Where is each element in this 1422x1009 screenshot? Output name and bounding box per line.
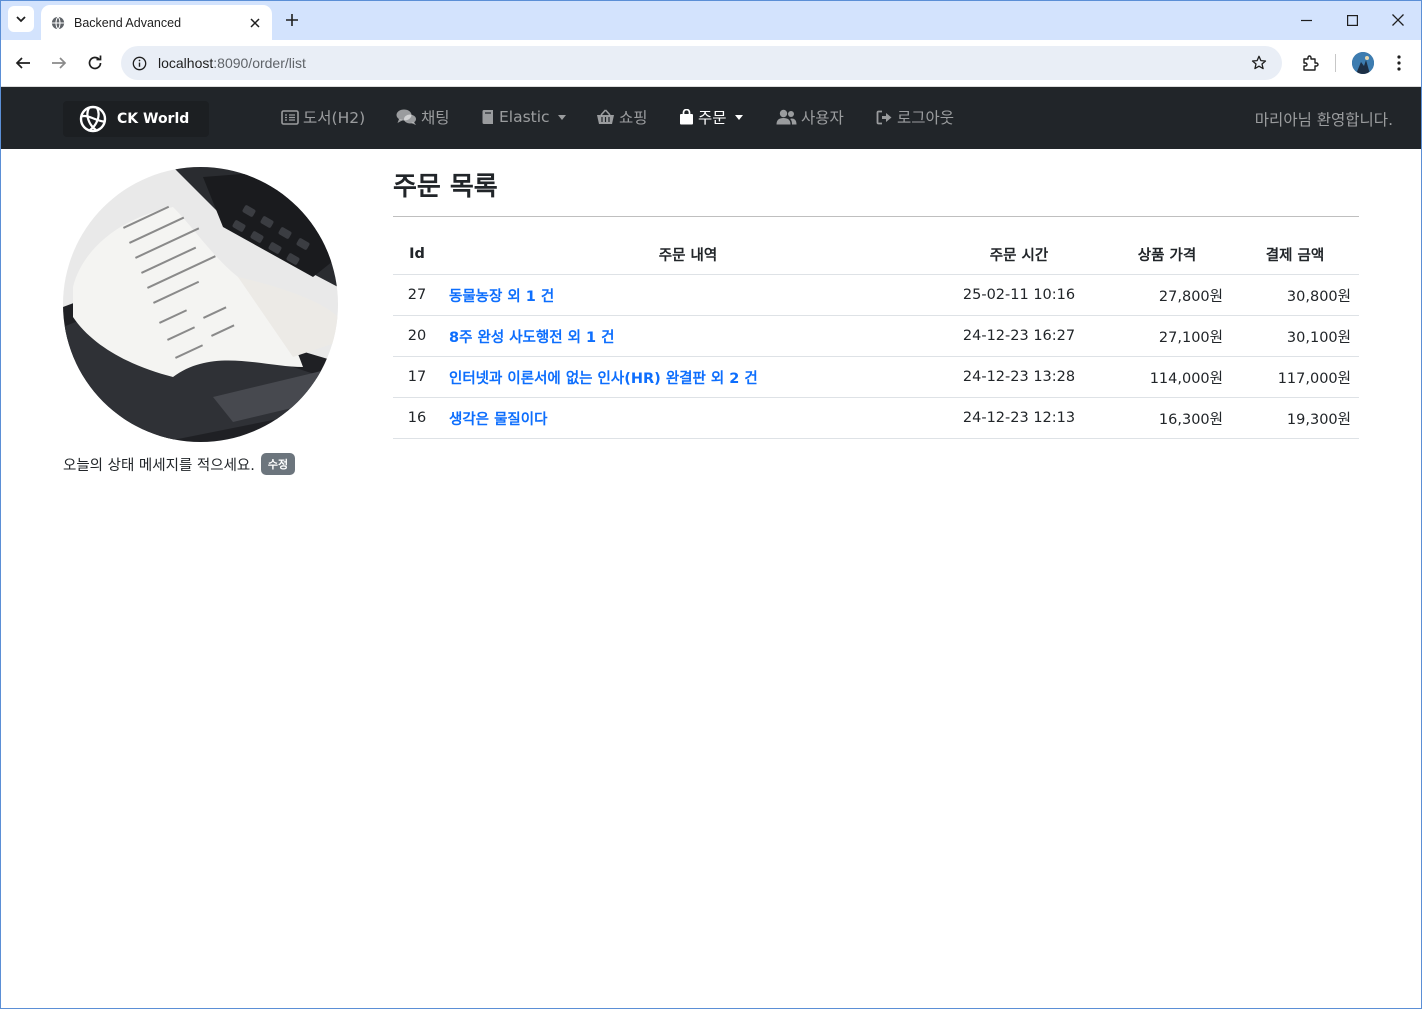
brand-link[interactable]: CK World xyxy=(63,101,209,137)
globe-logo-icon xyxy=(79,105,107,133)
nav-logout[interactable]: 로그아웃 xyxy=(876,106,954,128)
comments-icon xyxy=(396,109,416,125)
order-link[interactable]: 인터넷과 이론서에 없는 인사(HR) 완결판 외 2 건 xyxy=(449,371,758,387)
users-icon xyxy=(776,109,797,125)
nav-books[interactable]: 도서(H2) xyxy=(281,106,365,128)
browser-menu-icon[interactable] xyxy=(1386,50,1412,76)
nav-chat[interactable]: 채팅 xyxy=(396,106,450,128)
browser-tab[interactable]: Backend Advanced xyxy=(41,5,272,40)
table-row: 20 8주 완성 사도행전 외 1 건 24-12-23 16:27 27,10… xyxy=(393,315,1359,357)
order-description-cell: 동물농장 외 1 건 xyxy=(441,274,935,316)
order-total: 30,800원 xyxy=(1231,274,1359,316)
nav-orders-label: 주문 xyxy=(698,109,727,127)
order-id: 20 xyxy=(393,315,441,357)
col-header-time: 주문 시간 xyxy=(935,234,1103,275)
nav-shopping-label: 쇼핑 xyxy=(619,109,648,127)
brand-name: CK World xyxy=(117,111,190,127)
minimize-icon[interactable] xyxy=(1283,0,1329,40)
site-info-icon[interactable] xyxy=(131,55,147,71)
order-total: 30,100원 xyxy=(1231,315,1359,357)
col-header-total: 결제 금액 xyxy=(1231,234,1359,275)
order-link[interactable]: 8주 완성 사도행전 외 1 건 xyxy=(449,330,614,346)
book-icon xyxy=(482,110,493,124)
order-price: 114,000원 xyxy=(1103,356,1231,398)
profile-avatar[interactable] xyxy=(1352,52,1374,74)
basket-icon xyxy=(597,109,614,124)
order-id: 16 xyxy=(393,397,441,439)
profile-image xyxy=(63,167,338,442)
order-total: 117,000원 xyxy=(1231,356,1359,398)
order-table: Id 주문 내역 주문 시간 상품 가격 결제 금액 27 동물농장 외 1 건… xyxy=(393,234,1359,439)
order-description-cell: 생각은 물질이다 xyxy=(441,397,935,439)
order-link[interactable]: 생각은 물질이다 xyxy=(449,412,547,428)
browser-tabstrip: Backend Advanced xyxy=(0,0,1422,40)
table-row: 17 인터넷과 이론서에 없는 인사(HR) 완결판 외 2 건 24-12-2… xyxy=(393,356,1359,398)
order-total: 19,300원 xyxy=(1231,397,1359,439)
tab-close-icon[interactable] xyxy=(247,15,263,31)
tab-search-button[interactable] xyxy=(8,6,34,32)
nav-logout-label: 로그아웃 xyxy=(897,109,955,127)
order-time: 24-12-23 16:27 xyxy=(935,315,1103,357)
col-header-id: Id xyxy=(393,234,441,275)
title-divider xyxy=(393,216,1359,217)
order-time: 24-12-23 12:13 xyxy=(935,397,1103,439)
extensions-puzzle-icon[interactable] xyxy=(1297,50,1323,76)
order-id: 17 xyxy=(393,356,441,398)
order-id: 27 xyxy=(393,274,441,316)
nav-chat-label: 채팅 xyxy=(421,109,450,127)
order-description-cell: 인터넷과 이론서에 없는 인사(HR) 완결판 외 2 건 xyxy=(441,356,935,398)
dropdown-caret-icon xyxy=(734,114,743,120)
chevron-down-icon xyxy=(16,16,26,23)
col-header-description: 주문 내역 xyxy=(441,234,935,275)
nav-users-label: 사용자 xyxy=(801,109,844,127)
back-arrow-icon[interactable] xyxy=(10,50,36,76)
nav-shopping[interactable]: 쇼핑 xyxy=(596,106,648,128)
bookmark-star-icon[interactable] xyxy=(1248,52,1270,74)
order-link[interactable]: 동물농장 외 1 건 xyxy=(449,289,554,305)
edit-status-button[interactable]: 수정 xyxy=(260,453,296,475)
order-description-cell: 8주 완성 사도행전 외 1 건 xyxy=(441,315,935,357)
order-time: 24-12-23 13:28 xyxy=(935,356,1103,398)
status-message-row: 오늘의 상태 메세지를 적으세요. 수정 xyxy=(63,453,296,475)
order-time: 25-02-11 10:16 xyxy=(935,274,1103,316)
maximize-icon[interactable] xyxy=(1329,0,1375,40)
page-title: 주문 목록 xyxy=(393,172,498,202)
col-header-price: 상품 가격 xyxy=(1103,234,1231,275)
order-price: 27,100원 xyxy=(1103,315,1231,357)
window-close-icon[interactable] xyxy=(1375,0,1421,40)
list-icon xyxy=(281,109,299,125)
table-row: 27 동물농장 외 1 건 25-02-11 10:16 27,800원 30,… xyxy=(393,274,1359,316)
order-price: 16,300원 xyxy=(1103,397,1231,439)
nav-elastic-label: Elastic xyxy=(499,108,550,126)
logout-icon xyxy=(876,110,892,124)
app-navbar: CK World 도서(H2) 채팅 Elastic 쇼핑 주문 사용자 로그아… xyxy=(0,87,1422,149)
table-row: 16 생각은 물질이다 24-12-23 12:13 16,300원 19,30… xyxy=(393,397,1359,439)
shopping-bag-icon xyxy=(680,109,693,125)
dropdown-caret-icon xyxy=(557,114,566,120)
new-tab-plus-icon[interactable] xyxy=(282,10,302,30)
globe-favicon-icon xyxy=(51,16,65,29)
order-price: 27,800원 xyxy=(1103,274,1231,316)
nav-books-label: 도서(H2) xyxy=(303,109,366,127)
address-bar[interactable]: localhost:8090/order/list xyxy=(121,46,1282,80)
url-text: localhost:8090/order/list xyxy=(158,55,1248,71)
nav-elastic-dropdown[interactable]: Elastic xyxy=(481,106,566,128)
forward-arrow-icon[interactable] xyxy=(46,50,72,76)
nav-orders-dropdown[interactable]: 주문 xyxy=(679,106,743,128)
tab-title: Backend Advanced xyxy=(74,15,182,30)
toolbar-divider xyxy=(1335,54,1336,72)
status-message: 오늘의 상태 메세지를 적으세요. xyxy=(63,457,255,474)
nav-users[interactable]: 사용자 xyxy=(776,106,844,128)
welcome-message: 마리아님 환영합니다. xyxy=(1254,111,1393,129)
table-header-row: Id 주문 내역 주문 시간 상품 가격 결제 금액 xyxy=(393,234,1359,275)
reload-icon[interactable] xyxy=(82,50,108,76)
url-path: :8090/order/list xyxy=(213,55,306,71)
url-host: localhost xyxy=(158,55,214,71)
browser-toolbar: localhost:8090/order/list xyxy=(0,40,1422,87)
